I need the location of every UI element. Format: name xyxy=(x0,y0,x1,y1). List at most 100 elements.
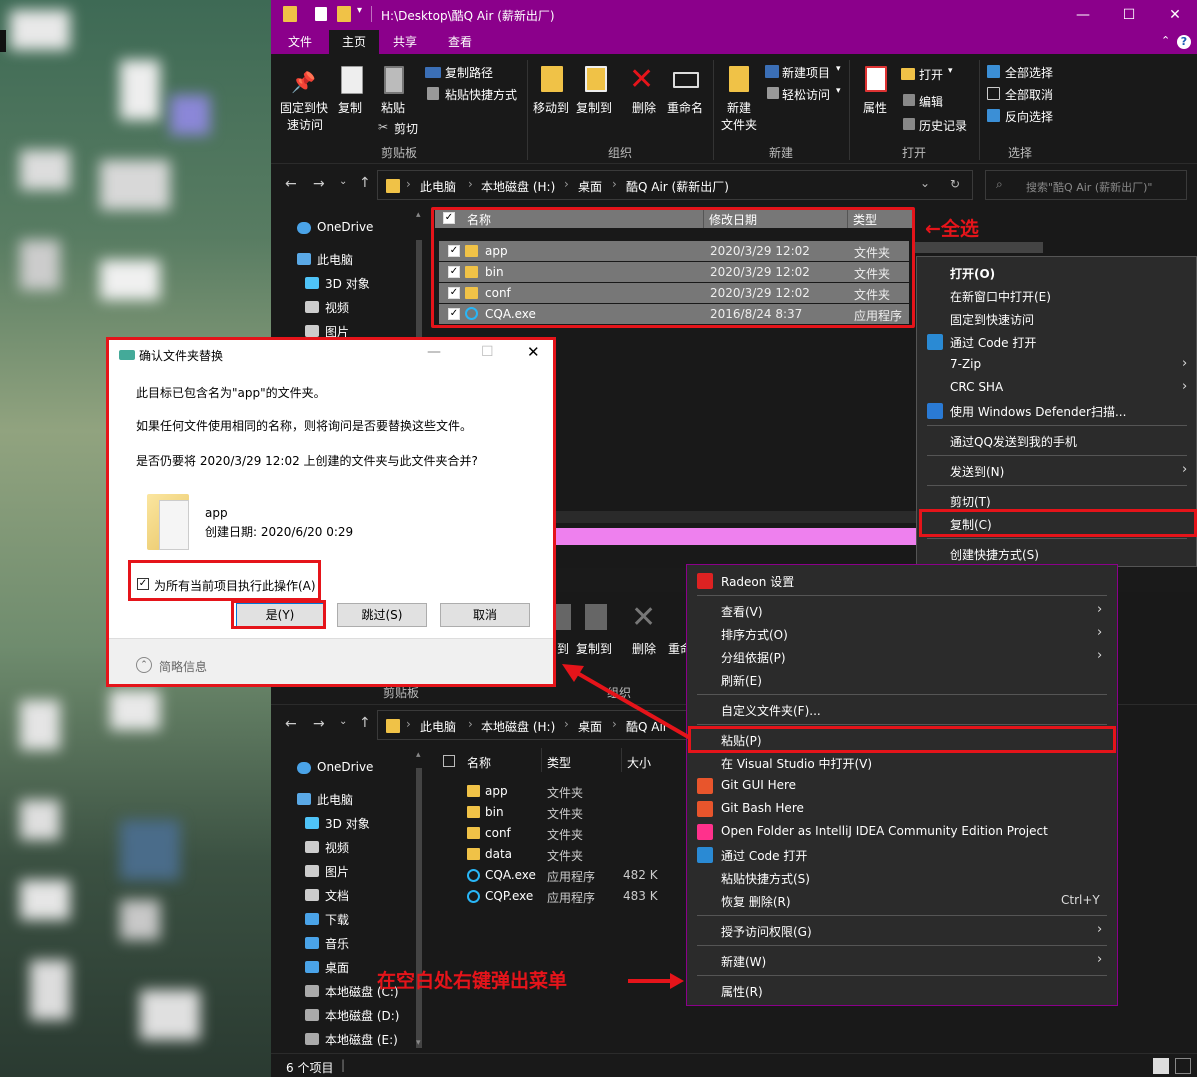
menu-item[interactable]: Git Bash Here xyxy=(721,801,804,815)
recent-locations-icon[interactable]: ⌄ xyxy=(339,716,347,727)
breadcrumb-item[interactable]: 本地磁盘 (H:) xyxy=(481,178,555,195)
cut-button[interactable]: 剪切 xyxy=(394,120,418,137)
menu-item[interactable]: 通过 Code 打开 xyxy=(950,334,1036,351)
breadcrumb-item[interactable]: 此电脑 xyxy=(420,178,456,195)
nav-3d-objects[interactable]: 3D 对象 xyxy=(325,275,370,292)
nav-this-pc[interactable]: 此电脑 xyxy=(317,251,353,268)
nav-item[interactable]: 3D 对象 xyxy=(325,815,370,832)
tab-file[interactable]: 文件 xyxy=(271,30,329,54)
scroll-up-icon[interactable]: ▴ xyxy=(416,210,421,220)
nav-scrollbar[interactable] xyxy=(416,768,422,1048)
select-none-button[interactable]: 全部取消 xyxy=(1005,86,1053,103)
breadcrumb-item[interactable]: 此电脑 xyxy=(420,718,456,735)
nav-item[interactable]: 视频 xyxy=(325,839,349,856)
up-button[interactable]: ↑ xyxy=(359,175,371,191)
search-input[interactable]: 搜索"酷Q Air (薪新出厂)" xyxy=(1026,179,1152,195)
menu-item[interactable]: 固定到快速访问 xyxy=(950,311,1034,328)
paste-shortcut-button[interactable]: 粘贴快捷方式 xyxy=(445,86,517,103)
copy-to-button[interactable]: 复制到 xyxy=(576,640,612,657)
breadcrumb-item[interactable]: 酷Q Air (薪新出厂) xyxy=(626,178,729,195)
nav-item[interactable]: OneDrive xyxy=(317,760,373,774)
menu-item[interactable]: Git GUI Here xyxy=(721,778,796,792)
details-view-icon[interactable] xyxy=(1153,1058,1169,1074)
customize-quick-access-icon[interactable]: ▾ xyxy=(357,5,362,16)
column-name[interactable]: 名称 xyxy=(467,754,491,771)
menu-item[interactable]: 在新窗口中打开(E) xyxy=(950,288,1051,305)
breadcrumb-item[interactable]: 桌面 xyxy=(578,178,602,195)
properties-icon[interactable] xyxy=(315,7,327,21)
file-row[interactable]: app 文件夹 xyxy=(461,782,701,802)
menu-item[interactable]: 发送到(N) xyxy=(950,463,1004,480)
open-button[interactable]: 打开 xyxy=(919,66,943,83)
nav-item[interactable]: 图片 xyxy=(325,863,349,880)
nav-item[interactable]: 下载 xyxy=(325,911,349,928)
menu-item[interactable]: 创建快捷方式(S) xyxy=(950,546,1039,563)
copy-button[interactable]: 复制 xyxy=(338,99,362,116)
tab-home[interactable]: 主页 xyxy=(329,30,379,54)
new-folder-button[interactable]: 新建 xyxy=(727,99,751,116)
menu-item[interactable]: CRC SHA xyxy=(950,380,1003,394)
menu-item[interactable]: 属性(R) xyxy=(721,983,763,1000)
menu-item[interactable]: 通过QQ发送到我的手机 xyxy=(950,433,1077,450)
menu-item[interactable]: 刷新(E) xyxy=(721,672,762,689)
invert-selection-button[interactable]: 反向选择 xyxy=(1005,108,1053,125)
nav-item[interactable]: 音乐 xyxy=(325,935,349,952)
large-icons-view-icon[interactable] xyxy=(1175,1058,1191,1074)
paste-button[interactable]: 粘贴 xyxy=(381,99,405,116)
menu-item[interactable]: Radeon 设置 xyxy=(721,573,794,590)
menu-item[interactable]: 在 Visual Studio 中打开(V) xyxy=(721,755,872,772)
address-bar[interactable]: › 此电脑 › 本地磁盘 (H:) › 桌面 › 酷Q Air (薪新出厂) ⌄… xyxy=(377,170,973,200)
file-row[interactable]: CQP.exe 应用程序 483 K xyxy=(461,887,701,907)
edit-button[interactable]: 编辑 xyxy=(919,93,943,110)
close-button[interactable]: ✕ xyxy=(1152,0,1197,30)
scroll-up-icon[interactable]: ▴ xyxy=(416,750,421,760)
copy-to-button[interactable]: 复制到 xyxy=(576,99,612,116)
menu-item[interactable]: 查看(V) xyxy=(721,603,763,620)
menu-item[interactable]: 恢复 删除(R) xyxy=(721,893,791,910)
menu-item[interactable]: 新建(W) xyxy=(721,953,766,970)
menu-item[interactable]: 自定义文件夹(F)... xyxy=(721,702,821,719)
file-row[interactable]: CQA.exe 应用程序 482 K xyxy=(461,866,701,886)
recent-locations-icon[interactable]: ⌄ xyxy=(339,176,347,187)
menu-item[interactable]: 粘贴快捷方式(S) xyxy=(721,870,810,887)
new-item-button[interactable]: 新建项目 xyxy=(782,64,830,81)
easy-access-button[interactable]: 轻松访问 xyxy=(782,86,830,103)
new-folder-icon[interactable] xyxy=(337,6,351,22)
forward-button[interactable]: → xyxy=(313,176,325,192)
rename-button[interactable]: 重命名 xyxy=(667,99,703,116)
scroll-down-icon[interactable]: ▾ xyxy=(416,1038,421,1048)
collapse-ribbon-icon[interactable]: ⌃ xyxy=(1161,34,1170,47)
move-to-button[interactable]: 到 xyxy=(557,640,569,657)
column-type[interactable]: 类型 xyxy=(547,754,571,771)
tab-share[interactable]: 共享 xyxy=(379,30,431,54)
file-row[interactable]: data 文件夹 xyxy=(461,845,701,865)
properties-button[interactable]: 属性 xyxy=(863,99,887,116)
back-button[interactable]: ← xyxy=(285,176,297,192)
file-row[interactable]: conf 文件夹 xyxy=(461,824,701,844)
select-all-checkbox[interactable] xyxy=(443,755,455,767)
menu-item[interactable]: 排序方式(O) xyxy=(721,626,788,643)
menu-item[interactable]: Open Folder as IntelliJ IDEA Community E… xyxy=(721,824,1048,838)
move-to-button[interactable]: 移动到 xyxy=(533,99,569,116)
history-button[interactable]: 历史记录 xyxy=(919,117,967,134)
nav-videos[interactable]: 视频 xyxy=(325,299,349,316)
breadcrumb-item[interactable]: 本地磁盘 (H:) xyxy=(481,718,555,735)
copy-path-button[interactable]: 复制路径 xyxy=(445,64,493,81)
pin-quick-access-button[interactable]: 固定到快 xyxy=(280,99,328,116)
delete-button[interactable]: 删除 xyxy=(632,99,656,116)
back-button[interactable]: ← xyxy=(285,716,297,732)
nav-item[interactable]: 桌面 xyxy=(325,959,349,976)
chevron-down-icon[interactable]: ⌄ xyxy=(920,176,930,190)
nav-item[interactable]: 文档 xyxy=(325,887,349,904)
nav-item[interactable]: 此电脑 xyxy=(317,791,353,808)
menu-item[interactable]: 使用 Windows Defender扫描... xyxy=(950,403,1126,420)
file-row[interactable]: bin 文件夹 xyxy=(461,803,701,823)
up-button[interactable]: ↑ xyxy=(359,715,371,731)
maximize-button[interactable]: ☐ xyxy=(1106,0,1152,30)
search-box[interactable]: ⌕ 搜索"酷Q Air (薪新出厂)" xyxy=(985,170,1187,200)
delete-button[interactable]: 删除 xyxy=(632,640,656,657)
nav-item[interactable]: 本地磁盘 (D:) xyxy=(325,1007,399,1024)
menu-item[interactable]: 通过 Code 打开 xyxy=(721,847,807,864)
minimize-button[interactable]: — xyxy=(1060,0,1106,30)
refresh-icon[interactable]: ↻ xyxy=(950,177,960,191)
